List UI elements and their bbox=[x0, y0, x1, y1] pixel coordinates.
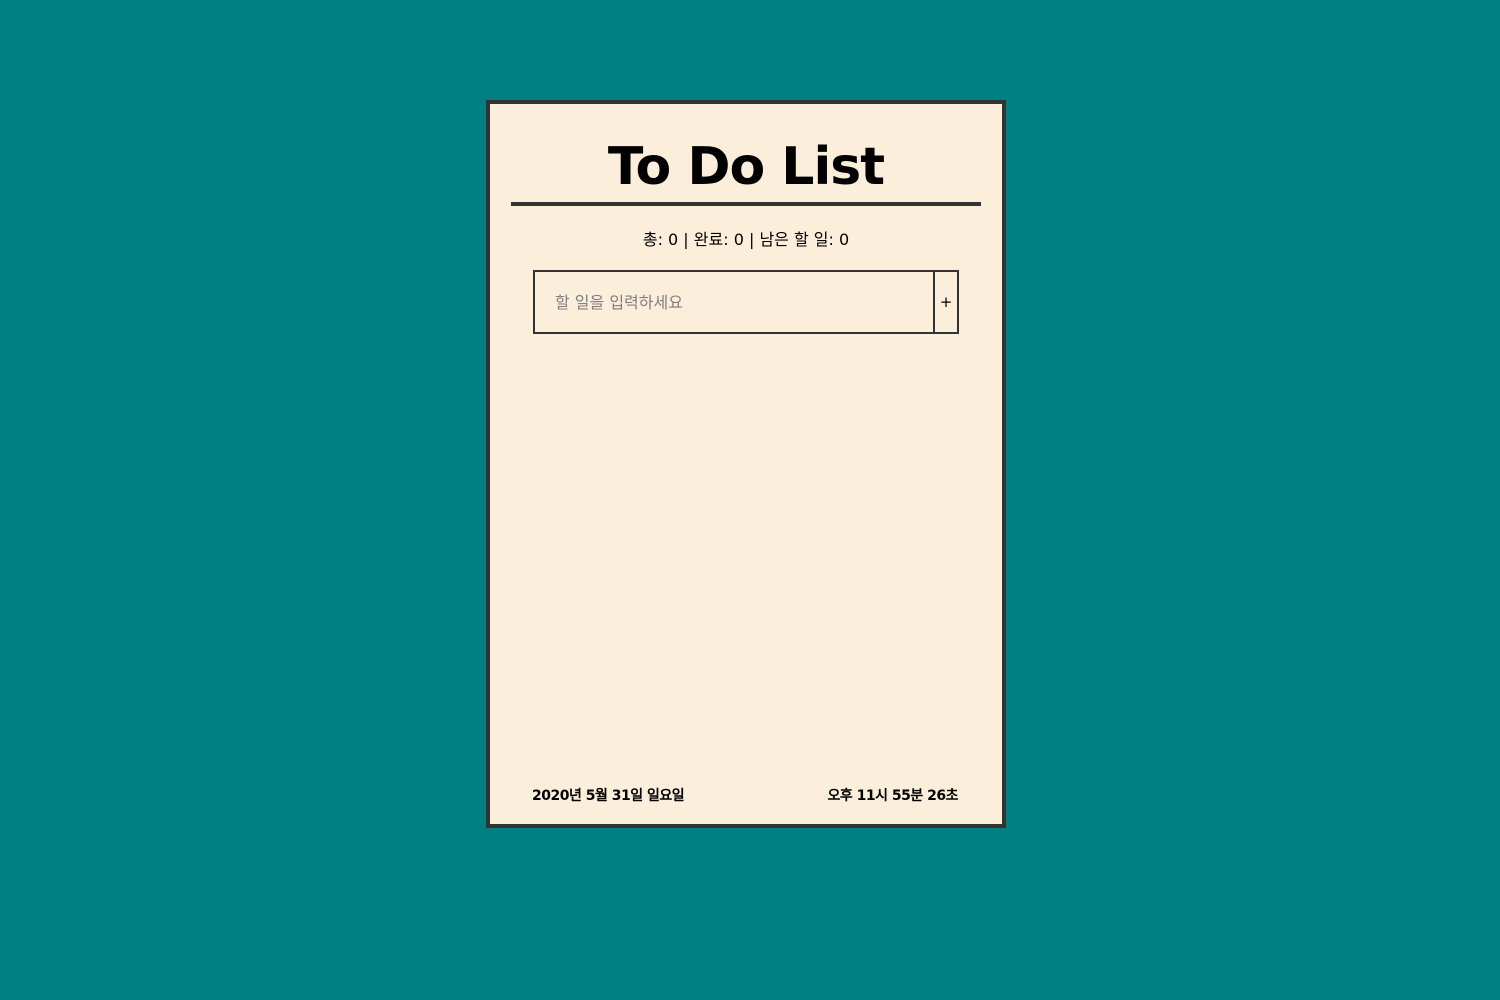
todo-stats: 총: 0 | 완료: 0 | 남은 할 일: 0 bbox=[642, 230, 850, 249]
current-date: 2020년 5월 31일 일요일 bbox=[532, 788, 685, 804]
todo-card: To Do List 총: 0 | 완료: 0 | 남은 할 일: 0 + 20… bbox=[486, 100, 1006, 828]
title-divider bbox=[511, 202, 981, 206]
todo-input[interactable] bbox=[533, 270, 935, 334]
todo-form: + bbox=[533, 270, 959, 334]
add-todo-button[interactable]: + bbox=[935, 270, 959, 334]
current-time: 오후 11시 55분 26초 bbox=[827, 788, 959, 804]
todo-list bbox=[533, 354, 959, 764]
page-title: To Do List bbox=[607, 137, 885, 197]
